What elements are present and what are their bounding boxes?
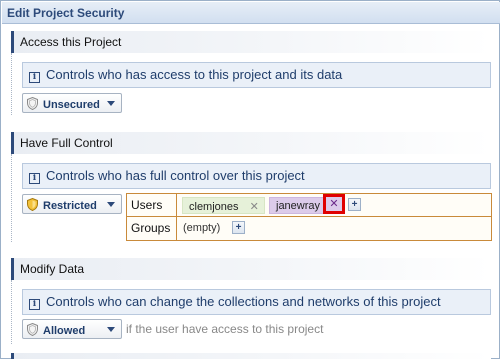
access-dropdown-value: Unsecured bbox=[43, 99, 100, 111]
info-icon: i bbox=[29, 72, 40, 83]
chevron-down-icon bbox=[107, 327, 115, 332]
info-text-full-control: Controls who has full control over this … bbox=[46, 168, 305, 183]
info-box-full-control: i Controls who has full control over this… bbox=[22, 163, 491, 189]
full-control-dropdown-value: Restricted bbox=[43, 200, 97, 212]
info-box-access: i Controls who has access to this project… bbox=[22, 62, 491, 88]
shield-gray-icon bbox=[27, 323, 38, 336]
section-header-full-control: Have Full Control bbox=[11, 132, 491, 154]
next-section-header bbox=[11, 353, 491, 359]
dialog-title: Edit Project Security bbox=[2, 2, 500, 24]
add-group-button[interactable]: + bbox=[232, 221, 245, 234]
chevron-down-icon bbox=[107, 101, 115, 106]
info-box-modify-data: i Controls who can change the collections… bbox=[22, 289, 491, 315]
user-chip-clemjones: clemjones ✕ bbox=[182, 197, 265, 214]
access-dropdown[interactable]: Unsecured bbox=[22, 93, 122, 113]
close-icon[interactable]: ✕ bbox=[326, 197, 342, 211]
section-divider bbox=[11, 280, 12, 344]
remove-user-icon[interactable]: ✕ bbox=[250, 201, 259, 213]
section-header-access: Access this Project bbox=[11, 31, 491, 53]
chevron-down-icon bbox=[107, 202, 115, 207]
section-divider bbox=[11, 53, 12, 115]
users-label: Users bbox=[127, 194, 177, 217]
groups-row: Groups (empty) bbox=[127, 217, 491, 240]
modify-data-dropdown[interactable]: Allowed bbox=[22, 319, 122, 339]
groups-label: Groups bbox=[127, 217, 177, 240]
shield-gray-icon bbox=[27, 97, 38, 110]
users-row: Users clemjones ✕ janewray bbox=[127, 194, 491, 217]
edit-project-security-dialog: Edit Project Security Access this Projec… bbox=[0, 0, 500, 359]
shield-gold-icon bbox=[27, 198, 38, 211]
remove-janewray-button[interactable]: ✕ bbox=[323, 194, 345, 214]
section-divider bbox=[11, 154, 12, 242]
user-chip-janewray: janewray bbox=[269, 197, 325, 214]
add-user-button[interactable]: + bbox=[348, 198, 361, 211]
modify-data-hint: if the user have access to this project bbox=[126, 322, 324, 336]
groups-empty-text: (empty) bbox=[183, 222, 221, 234]
user-chip-name: janewray bbox=[276, 200, 321, 212]
info-text-access: Controls who has access to this project … bbox=[46, 67, 343, 82]
user-chip-name: clemjones bbox=[189, 201, 239, 213]
full-control-dropdown[interactable]: Restricted bbox=[22, 194, 122, 214]
info-icon: i bbox=[29, 299, 40, 310]
users-groups-table: Users clemjones ✕ janewray Groups (empty… bbox=[126, 193, 492, 241]
info-text-modify-data: Controls who can change the collections … bbox=[46, 294, 441, 309]
section-header-modify-data: Modify Data bbox=[11, 258, 491, 280]
modify-data-dropdown-value: Allowed bbox=[43, 325, 86, 337]
info-icon: i bbox=[29, 173, 40, 184]
